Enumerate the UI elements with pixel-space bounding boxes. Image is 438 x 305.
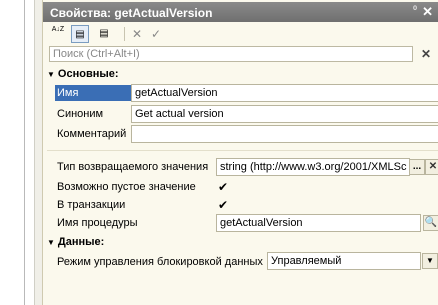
- apply-icon[interactable]: ✓: [147, 25, 165, 43]
- nullable-label: Возможно пустое значение: [57, 181, 196, 193]
- close-icon[interactable]: ✕: [422, 4, 433, 20]
- comment-field[interactable]: [131, 125, 438, 143]
- procedure-search-icon[interactable]: 🔍: [423, 215, 438, 231]
- left-editor-area: [0, 0, 43, 305]
- return-type-label: Тип возвращаемого значения: [57, 161, 209, 173]
- dropdown-arrow-icon[interactable]: ▼: [422, 253, 438, 269]
- synonym-field[interactable]: Get actual version: [131, 105, 438, 123]
- collapse-arrow-icon: ▼: [47, 238, 55, 247]
- synonym-label: Синоним: [57, 108, 104, 120]
- return-type-clear-icon[interactable]: ✕: [425, 159, 438, 175]
- transaction-label: В транзакции: [57, 199, 126, 211]
- filter-icon[interactable]: ▤: [95, 25, 113, 43]
- panel-titlebar: Свойства: getActualVersion ⁰ ✕: [43, 2, 438, 22]
- procedure-field[interactable]: getActualVersion: [216, 214, 421, 232]
- panel-title: Свойства: getActualVersion: [50, 6, 213, 20]
- lock-mode-label: Режим управления блокировкой данных: [57, 256, 263, 268]
- cancel-icon[interactable]: ✕: [128, 25, 146, 43]
- section-data-header[interactable]: ▼ Данные:: [47, 236, 104, 248]
- name-field[interactable]: getActualVersion: [131, 84, 438, 102]
- toolbar-separator: [124, 27, 125, 41]
- transaction-checkbox[interactable]: ✔: [217, 199, 229, 211]
- categorized-view-icon[interactable]: ▤: [71, 25, 89, 43]
- properties-toolbar: A↓Z ▤ ▤ ✕ ✓: [43, 23, 438, 45]
- editor-divider: [24, 0, 25, 305]
- name-label: Имя: [55, 85, 131, 101]
- pin-icon[interactable]: ⁰: [413, 5, 417, 16]
- return-type-field[interactable]: string (http://www.w3.org/2001/XMLSc: [216, 158, 410, 176]
- comment-label: Комментарий: [57, 128, 127, 140]
- lock-mode-select[interactable]: Управляемый: [267, 252, 421, 270]
- return-type-select-button[interactable]: ...: [409, 159, 425, 175]
- search-clear-icon[interactable]: ✕: [419, 47, 433, 61]
- section-main-header[interactable]: ▼ Основные:: [47, 68, 119, 80]
- search-placeholder: Поиск (Ctrl+Alt+I): [53, 48, 140, 60]
- group-divider: [47, 150, 438, 151]
- properties-panel: Свойства: getActualVersion ⁰ ✕ A↓Z ▤ ▤ ✕…: [42, 0, 438, 305]
- procedure-label: Имя процедуры: [57, 217, 138, 229]
- nullable-checkbox[interactable]: ✔: [217, 181, 229, 193]
- sort-alphabetical-icon[interactable]: A↓Z: [49, 25, 67, 43]
- collapse-arrow-icon: ▼: [47, 70, 55, 79]
- search-input[interactable]: Поиск (Ctrl+Alt+I): [49, 46, 413, 62]
